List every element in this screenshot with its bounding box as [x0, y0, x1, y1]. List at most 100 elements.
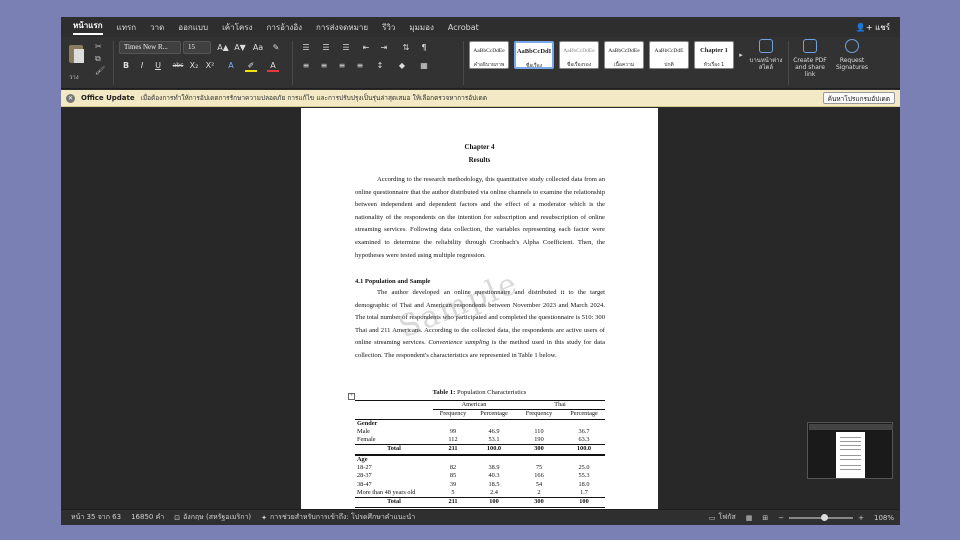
shrink-font-icon[interactable]: A▼ [233, 41, 247, 54]
tab-acrobat[interactable]: Acrobat [448, 23, 479, 32]
grow-font-icon[interactable]: A▲ [216, 41, 230, 54]
tab-design[interactable]: ออกแบบ [178, 21, 208, 34]
style-body-text[interactable]: AaBbCcDdEe เนื้อความ [604, 41, 644, 69]
style-normal[interactable]: AaBbCcDdE ปกติ [649, 41, 689, 69]
table-cell: 5 [451, 488, 455, 496]
update-title: Office Update [81, 94, 135, 102]
paper-icon [74, 49, 84, 63]
style-caption[interactable]: AaBbCcDdEe คำอธิบายภาพ [469, 41, 509, 69]
update-bar: ✕ Office Update เมื่อต้องการทำให้การอัปเ… [61, 90, 900, 107]
web-layout-icon[interactable]: ⊞ [762, 514, 768, 522]
document-canvas[interactable]: Chapter 4 Results According to the resea… [61, 108, 900, 509]
paste-button[interactable] [67, 41, 89, 69]
subscript-icon[interactable]: X₂ [189, 59, 199, 72]
font-size-select[interactable]: 15 [183, 41, 211, 54]
table-cell: 38-47 [357, 480, 372, 488]
table-section-row: Gender [355, 418, 605, 428]
table-cell: 100.0 [473, 444, 515, 455]
table-cell: 100 [473, 497, 515, 508]
table-cell: 18.0 [578, 480, 590, 488]
styles-more-icon[interactable]: ▸ [737, 49, 745, 62]
proofing-icon[interactable]: ⊡ [174, 514, 180, 522]
style-name: เนื้อความ [613, 62, 635, 68]
justify-icon[interactable]: ≡ [353, 59, 367, 72]
superscript-icon[interactable]: X² [205, 59, 215, 72]
clipboard-tools: ✂ ⧉ 🖌 [95, 41, 109, 77]
table-cell: 63.3 [578, 436, 590, 444]
bold-icon[interactable]: B [121, 59, 131, 72]
zoom-in-icon[interactable]: + [858, 514, 864, 522]
style-sample: AaBbCcDdEe [563, 48, 595, 54]
accessibility-icon[interactable]: ✦ [261, 514, 267, 522]
word-count[interactable]: 16850 คำ [131, 512, 164, 523]
highlight-icon[interactable]: ✐ [245, 59, 257, 72]
style-sample: AaBbCcDdEe [608, 48, 640, 54]
text-effects-icon[interactable]: A [225, 59, 237, 72]
numbering-icon[interactable]: ☰ [319, 41, 333, 54]
font-name-select[interactable]: Times New R... [119, 41, 181, 54]
tab-layout[interactable]: เค้าโครง [222, 21, 252, 34]
check-updates-button[interactable]: ค้นหาโปรแกรมอัปเดต [822, 92, 895, 104]
tab-review[interactable]: รีวิว [382, 21, 395, 34]
tab-mailings[interactable]: การส่งจดหมาย [316, 21, 368, 34]
tab-draw[interactable]: วาด [150, 21, 164, 34]
borders-icon[interactable]: ▦ [417, 59, 431, 72]
show-marks-icon[interactable]: ¶ [417, 41, 431, 54]
styles-pane-button[interactable]: บานหน้าต่างสไตล์ [747, 39, 785, 71]
table-cell: 75 [535, 464, 543, 472]
change-case-icon[interactable]: Aa [251, 41, 265, 54]
tab-insert[interactable]: แทรก [117, 21, 137, 34]
table-cell: Total [355, 444, 433, 455]
table-cell: 300 [515, 444, 563, 455]
style-heading-1[interactable]: Chapter 1 หัวเรื่อง 1 [694, 41, 734, 69]
cut-icon[interactable]: ✂ [95, 41, 109, 53]
table-cell: 211 [433, 497, 473, 508]
underline-icon[interactable]: U [153, 59, 163, 72]
add-person-icon: 👤+ [855, 23, 876, 32]
signature-icon [845, 39, 859, 53]
style-sample: AaBbCcDdEe [473, 48, 505, 54]
tab-home[interactable]: หน้าแรก [73, 19, 103, 35]
align-left-icon[interactable]: ≡ [299, 59, 313, 72]
column-header: Percentage [570, 410, 598, 418]
copy-icon[interactable]: ⧉ [95, 53, 109, 65]
style-title[interactable]: AaBbCcDdI ชื่อเรื่อง [514, 41, 554, 69]
style-subtitle[interactable]: AaBbCcDdEe ชื่อเรื่องรอง [559, 41, 599, 69]
focus-label[interactable]: โฟกัส [719, 512, 736, 523]
increase-indent-icon[interactable]: ⇥ [377, 41, 391, 54]
accessibility-status[interactable]: การช่วยสำหรับการเข้าถึง: โปรดศึกษาคำแนะน… [270, 512, 415, 523]
zoom-slider-knob[interactable] [821, 513, 829, 521]
document-page[interactable]: Chapter 4 Results According to the resea… [301, 108, 658, 509]
decrease-indent-icon[interactable]: ⇤ [359, 41, 373, 54]
zoom-level[interactable]: 108% [874, 514, 894, 522]
create-pdf-button[interactable]: Create PDF and share link [789, 39, 831, 78]
table-move-handle-icon[interactable]: + [348, 393, 355, 400]
align-center-icon[interactable]: ≡ [317, 59, 331, 72]
align-right-icon[interactable]: ≡ [335, 59, 349, 72]
font-color-icon[interactable]: A [267, 59, 279, 72]
sort-icon[interactable]: ⇅ [399, 41, 413, 54]
tab-references[interactable]: การอ้างอิง [267, 21, 303, 34]
focus-icon[interactable]: ▭ [709, 514, 716, 522]
window-thumbnail[interactable] [807, 422, 893, 479]
language-indicator[interactable]: อังกฤษ (สหรัฐอเมริกา) [183, 512, 251, 523]
line-spacing-icon[interactable]: ↕ [373, 59, 387, 72]
print-layout-icon[interactable]: ▦ [746, 514, 753, 522]
shading-icon[interactable]: ◆ [395, 59, 409, 72]
bullets-icon[interactable]: ☰ [299, 41, 313, 54]
italic-icon[interactable]: I [137, 59, 147, 72]
clear-format-icon[interactable]: ✎ [269, 41, 283, 54]
multilevel-list-icon[interactable]: ☰ [339, 41, 353, 54]
tab-view[interactable]: มุมมอง [409, 21, 434, 34]
page-count[interactable]: หน้า 35 จาก 63 [71, 512, 121, 523]
format-painter-icon[interactable]: 🖌 [95, 65, 109, 77]
close-icon[interactable]: ✕ [66, 93, 75, 103]
table-cell: Total [355, 497, 433, 508]
zoom-out-icon[interactable]: − [778, 514, 784, 522]
share-label: แชร์ [875, 23, 890, 32]
share-button[interactable]: 👤+ แชร์ [856, 21, 890, 34]
strikethrough-icon[interactable]: abc [171, 59, 185, 72]
request-signatures-button[interactable]: Request Signatures [833, 39, 871, 71]
table-row: Female 112 53.1 190 63.3 [355, 436, 605, 445]
zoom-slider[interactable] [789, 513, 854, 521]
